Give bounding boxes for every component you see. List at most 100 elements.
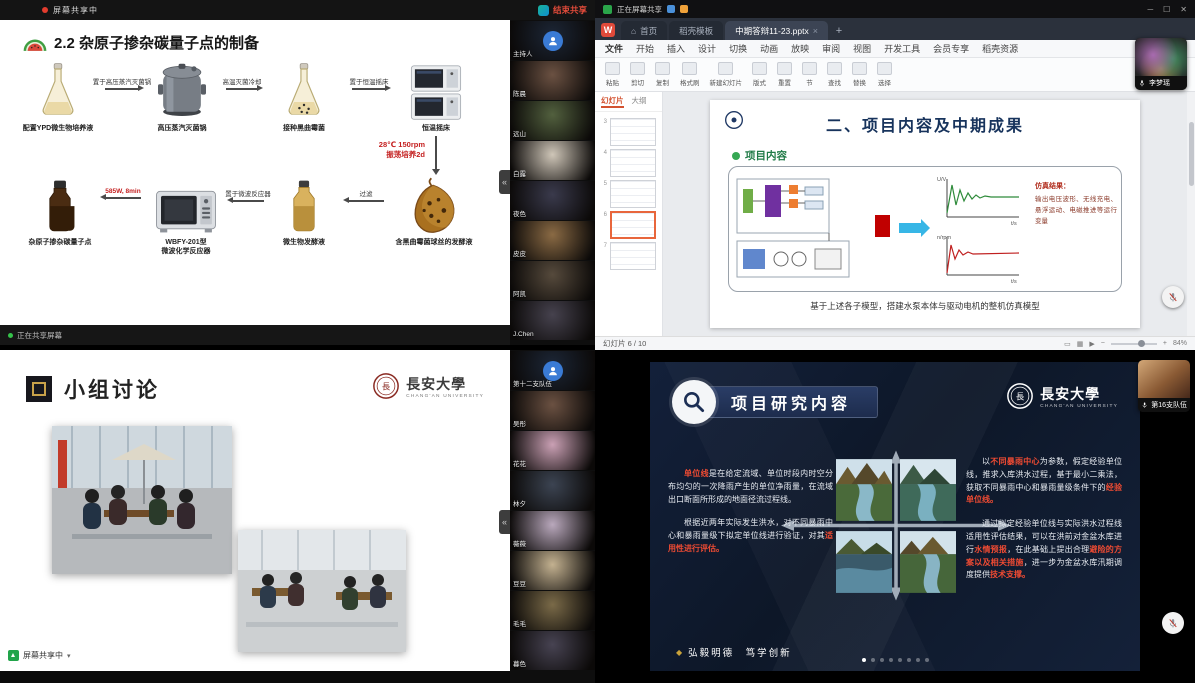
document-title: 中期答辩11-23.pptx (735, 25, 809, 37)
ribbon-tab[interactable]: 审阅 (822, 42, 840, 55)
slide-thumbnail[interactable]: 5 (599, 180, 658, 208)
ribbon-tab[interactable]: 设计 (698, 42, 716, 55)
ribbon-button[interactable]: 粘贴 (605, 62, 620, 87)
participant-camera-overlay[interactable]: 李梦瑶 (1135, 38, 1187, 90)
end-share-button[interactable]: 结束共享 (553, 4, 587, 16)
incubator-shaker-icon (407, 64, 465, 122)
slide-thumbnail[interactable]: 7 (599, 242, 658, 270)
participant-sidebar: 第十二支队伍 吴彤 (510, 350, 595, 683)
zoom-out-button[interactable]: − (1101, 340, 1105, 347)
ribbon-tab[interactable]: 会员专享 (933, 42, 969, 55)
participant-tile[interactable]: 皮皮 (510, 221, 595, 260)
ribbon-button[interactable]: 替换 (852, 62, 867, 87)
participant-tile[interactable]: 陈晨 (510, 61, 595, 100)
normal-view-button[interactable]: ▭ (1064, 340, 1071, 348)
zoom-in-button[interactable]: + (1163, 340, 1167, 347)
ribbon-tab[interactable]: 插入 (667, 42, 685, 55)
participant-camera-overlay[interactable]: 第16支队伍 (1138, 360, 1190, 412)
participant-tile[interactable]: 薇薇 (510, 511, 595, 550)
panel-tab-slides[interactable]: 幻灯片 (601, 95, 624, 108)
ribbon-button-label: 剪切 (631, 77, 644, 87)
ribbon-tab[interactable]: 视图 (853, 42, 871, 55)
pagination-dot[interactable] (898, 658, 902, 662)
participant-tile[interactable]: J.Chen (510, 301, 595, 340)
caret-down-icon[interactable]: ▾ (67, 652, 71, 660)
meeting-toolbar-icon[interactable] (667, 5, 675, 13)
participant-tile[interactable]: 林夕 (510, 471, 595, 510)
ribbon-button[interactable]: 复制 (655, 62, 670, 87)
sidebar-collapse-button[interactable]: « (499, 510, 510, 534)
university-seal-icon: 長 (1006, 382, 1034, 410)
window-close-button[interactable]: ✕ (1180, 5, 1187, 14)
ribbon-button[interactable]: 重置 (777, 62, 792, 87)
participant-name-row: 第16支队伍 (1138, 398, 1190, 412)
process-arrow: 过滤 (344, 188, 388, 202)
participant-tile[interactable]: 阿凯 (510, 261, 595, 300)
ribbon-button[interactable]: 查找 (827, 62, 842, 87)
pagination-dot[interactable] (871, 658, 875, 662)
pagination-dot[interactable] (925, 658, 929, 662)
participant-tile[interactable]: 白露 (510, 141, 595, 180)
pagination-dot[interactable] (880, 658, 884, 662)
participant-tile[interactable]: 暮色 (510, 631, 595, 670)
participant-name: 远山 (513, 128, 526, 138)
meeting-toolbar-icon[interactable] (680, 5, 688, 13)
tab-templates[interactable]: 稻壳模板 (669, 21, 723, 40)
participant-name: 薇薇 (513, 538, 526, 548)
ribbon-button[interactable]: 选择 (877, 62, 892, 87)
ribbon-button[interactable]: 剪切 (630, 62, 645, 87)
tab-current-document[interactable]: 中期答辩11-23.pptx × (725, 21, 828, 40)
share-status-bar: 正在共享屏幕 (0, 325, 510, 345)
equipment-inoculated-flask: 接种黑曲霉菌 (258, 62, 350, 133)
mute-button[interactable] (1162, 286, 1184, 308)
ribbon-button[interactable]: 节 (802, 62, 817, 87)
right-arrow-icon (105, 88, 139, 90)
slide-thumbnail[interactable]: 4 (599, 149, 658, 177)
tab-home[interactable]: ⌂ 首页 (621, 21, 667, 40)
pagination-dot[interactable] (916, 658, 920, 662)
ribbon-tab[interactable]: 切换 (729, 42, 747, 55)
participant-tile[interactable]: 远山 (510, 101, 595, 140)
ribbon-tab[interactable]: 开始 (636, 42, 654, 55)
pagination-dot[interactable] (889, 658, 893, 662)
participant-tile[interactable]: 夜色 (510, 181, 595, 220)
participant-tile[interactable]: 第十二支队伍 (510, 351, 595, 390)
mute-button[interactable] (1162, 612, 1184, 634)
ribbon-button[interactable]: 新建幻灯片 (710, 62, 743, 87)
close-tab-icon[interactable]: × (813, 26, 818, 36)
ribbon-button[interactable]: 版式 (752, 62, 767, 87)
new-tab-button[interactable]: + (830, 21, 848, 40)
participant-tile[interactable]: 主持人 (510, 21, 595, 60)
participant-tile[interactable]: 吴彤 (510, 391, 595, 430)
zoom-slider[interactable] (1111, 343, 1157, 345)
ribbon-tab[interactable]: 稻壳资源 (982, 42, 1018, 55)
participant-name: J.Chen (513, 331, 534, 338)
landscape-photo-3 (836, 530, 892, 594)
window-minimize-button[interactable]: ─ (1147, 5, 1153, 14)
ribbon-tab[interactable]: 动画 (760, 42, 778, 55)
pagination-dot[interactable] (907, 658, 911, 662)
panel-tab-outline[interactable]: 大纲 (632, 95, 647, 108)
participant-tile[interactable]: 豆豆 (510, 551, 595, 590)
meeting-share-toolbar: 正在屏幕共享 ─ ☐ ✕ (595, 0, 1195, 18)
slide-header: 项目研究内容 (672, 380, 878, 424)
participant-tile[interactable]: 毛毛 (510, 591, 595, 630)
slide-thumbnail[interactable]: 6 (599, 211, 658, 239)
ribbon-button-label: 选择 (878, 77, 891, 87)
ribbon-button[interactable]: 格式刷 (680, 62, 700, 87)
pagination-dot[interactable] (862, 658, 866, 662)
screen-share-indicator[interactable]: 屏幕共享中 ▾ (8, 650, 71, 661)
canvas-scrollbar[interactable] (1187, 92, 1195, 336)
slide-thumbnail[interactable]: 3 (599, 118, 658, 146)
sharing-status-text: 正在共享屏幕 (17, 330, 62, 341)
window-maximize-button[interactable]: ☐ (1163, 5, 1170, 14)
ribbon-tab[interactable]: 放映 (791, 42, 809, 55)
file-menu[interactable]: 文件 (605, 42, 623, 55)
ribbon-tab[interactable]: 开发工具 (884, 42, 920, 55)
participant-tile[interactable]: 花花 (510, 431, 595, 470)
sidebar-collapse-button[interactable]: « (499, 170, 510, 194)
circuit-model-diagram (735, 175, 867, 281)
sorter-view-button[interactable]: ▦ (1077, 340, 1084, 348)
magnifier-badge (672, 380, 716, 424)
slideshow-button[interactable]: ▶ (1089, 340, 1094, 348)
